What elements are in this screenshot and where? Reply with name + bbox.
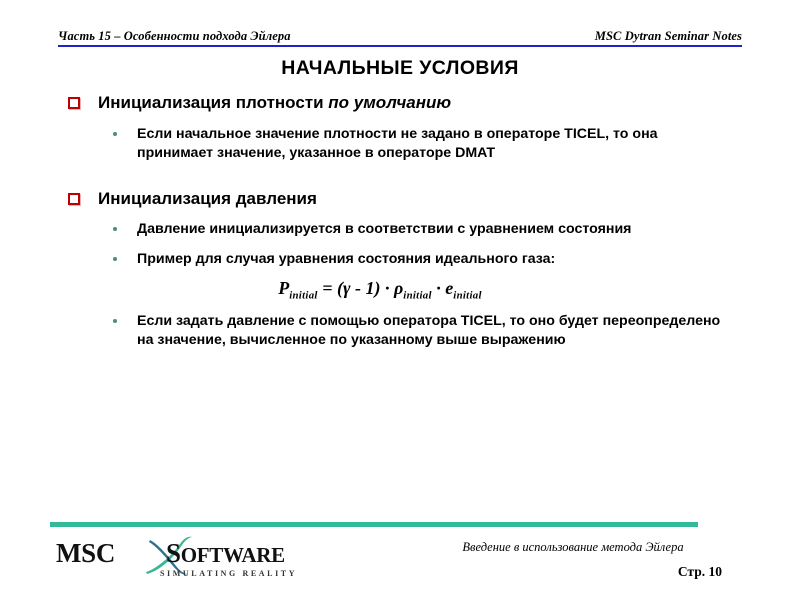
slide-body: Инициализация плотности по умолчанию Есл… <box>0 92 800 350</box>
logo-software-rest: OFTWARE <box>180 543 285 567</box>
slide-header: Часть 15 – Особенности подхода Эйлера MS… <box>58 27 742 47</box>
logo-software-capital: S <box>166 538 181 568</box>
bullet-level2-ticel-dmat: Если начальное значение плотности не зад… <box>0 125 800 163</box>
bullet-level2-ticel-override: Если задать давление с помощью оператора… <box>0 312 800 350</box>
formula-lhs-subscript: initial <box>289 289 318 302</box>
bullet-level2-ticel-dmat-text: Если начальное значение плотности не зад… <box>137 126 658 161</box>
footer-divider <box>50 522 698 527</box>
footer-right-block: Введение в использование метода Эйлера С… <box>408 540 738 580</box>
square-bullet-icon <box>68 97 80 109</box>
bullet-level2-ticel-override-text: Если задать давление с помощью оператора… <box>137 312 721 348</box>
formula-minus-one: - 1) · <box>350 278 394 298</box>
footer-subtitle: Введение в использование метода Эйлера <box>462 540 684 554</box>
dot-bullet-icon <box>113 257 117 261</box>
bullet-level2-ideal-gas-example: Пример для случая уравнения состояния ид… <box>0 250 800 269</box>
bullet-level1-density-emphasis: по умолчанию <box>328 93 452 112</box>
formula-lhs-variable: P <box>278 278 290 298</box>
formula-rho-symbol: ρ <box>393 278 404 298</box>
bullet-level1-pressure: Инициализация давления <box>0 188 800 210</box>
bullet-level1-density: Инициализация плотности по умолчанию <box>0 92 800 114</box>
slide-canvas: Часть 15 – Особенности подхода Эйлера MS… <box>0 0 800 600</box>
logo-tagline: SIMULATING REALITY <box>160 569 298 578</box>
footer-divider-cap <box>50 522 58 527</box>
bullet-level2-ideal-gas-example-text: Пример для случая уравнения состояния ид… <box>137 251 556 267</box>
dot-bullet-icon <box>113 318 117 323</box>
page-title: НАЧАЛЬНЫЕ УСЛОВИЯ <box>281 57 519 79</box>
dot-bullet-icon <box>113 227 117 231</box>
logo-msc-text: MSC <box>56 538 116 568</box>
page-number: Стр. 10 <box>677 564 722 579</box>
bullet-level1-pressure-text: Инициализация давления <box>98 189 317 208</box>
header-right-text: MSC Dytran Seminar Notes <box>594 29 742 43</box>
formula-equals: = ( <box>317 278 343 298</box>
bullet-level2-equation-of-state: Давление инициализируется в соответствии… <box>0 220 800 239</box>
formula-energy-subscript: initial <box>453 289 482 302</box>
bullet-level2-equation-of-state-text: Давление инициализируется в соответствии… <box>137 221 632 237</box>
dot-bullet-icon <box>113 132 117 136</box>
bullet-level1-density-text: Инициализация плотности <box>98 93 329 112</box>
formula-dot-operator: · <box>431 278 446 298</box>
pressure-formula: Pinitial = (γ - 1) · ρinitial · einitial <box>0 278 800 302</box>
formula-rho-subscript: initial <box>403 289 432 302</box>
header-left-text: Часть 15 – Особенности подхода Эйлера <box>58 29 291 43</box>
square-bullet-icon <box>68 193 80 205</box>
logo-software-text: SOFTWARE <box>166 538 285 569</box>
msc-software-logo: MSC SOFTWARE SIMULATING REALITY <box>56 536 326 584</box>
